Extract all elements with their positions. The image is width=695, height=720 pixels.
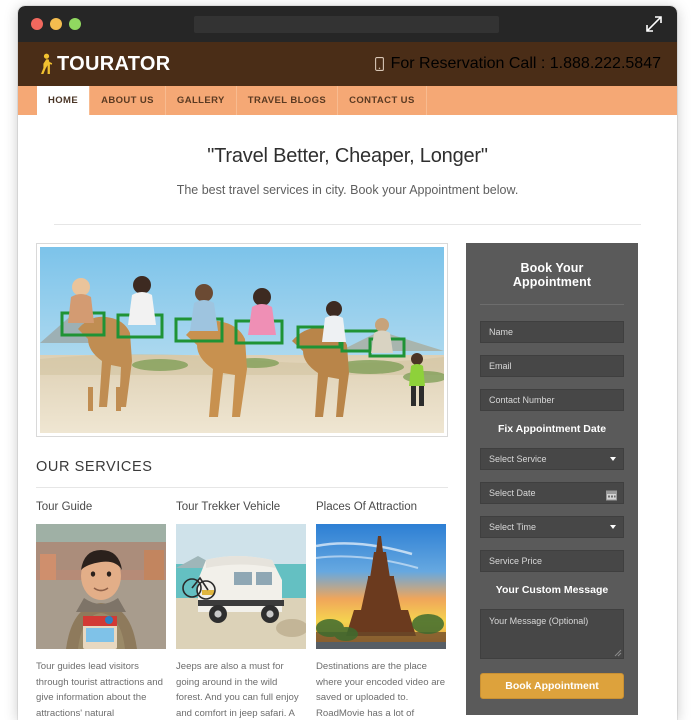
resize-handle-icon[interactable] — [614, 649, 622, 657]
brand-logo[interactable]: TOURATOR — [37, 53, 171, 76]
service-cards: Tour Guide Tour guides lead visitors thr… — [36, 501, 448, 720]
main-navigation: HOME ABOUT US GALLERY TRAVEL BLOGS CONTA… — [18, 86, 677, 115]
service-title: Tour Trekker Vehicle — [176, 501, 281, 513]
reservation-phone: For Reservation Call : 1.888.222.5847 — [374, 55, 661, 73]
browser-window: TOURATOR For Reservation Call : 1.888.22… — [18, 6, 677, 720]
minimize-window-button[interactable] — [50, 18, 62, 30]
custom-message-label: Your Custom Message — [495, 584, 609, 596]
book-appointment-button[interactable]: Book Appointment — [480, 673, 624, 699]
right-column: Book Your Appointment Name Email Contact… — [466, 243, 638, 720]
brand-name: TOURATOR — [57, 52, 171, 75]
hero-photo-frame — [36, 243, 448, 437]
service-title: Places Of Attraction — [316, 501, 417, 513]
hero-section: "Travel Better, Cheaper, Longer" The bes… — [36, 115, 659, 197]
name-input[interactable]: Name — [480, 321, 624, 343]
nav-item-contact-us[interactable]: CONTACT US — [338, 86, 427, 115]
services-heading: OUR SERVICES — [36, 459, 153, 475]
service-card: Tour Trekker Vehicle Jeeps are also a mu… — [176, 501, 306, 720]
service-description: Destinations are the place where your en… — [316, 661, 446, 719]
expand-arrows-icon[interactable] — [645, 15, 663, 33]
select-time-dropdown[interactable]: Select Time — [480, 516, 624, 538]
fix-appointment-date-label: Fix Appointment Date — [497, 423, 607, 435]
tour-guide-photo — [36, 524, 166, 649]
nav-item-gallery[interactable]: GALLERY — [166, 86, 237, 115]
camel-caravan-photo — [40, 247, 444, 433]
select-service-value: Select Service — [489, 454, 547, 464]
trekker-vehicle-photo — [176, 524, 306, 649]
site-header: TOURATOR For Reservation Call : 1.888.22… — [18, 42, 677, 86]
select-time-value: Select Time — [489, 522, 537, 532]
reservation-text: For Reservation Call : 1.888.222.5847 — [390, 55, 661, 72]
message-textarea[interactable]: Your Message (Optional) — [480, 609, 624, 659]
divider — [36, 487, 448, 488]
contact-number-input[interactable]: Contact Number — [480, 389, 624, 411]
service-card: Places Of Attraction Destinations are th… — [316, 501, 446, 720]
nav-item-home[interactable]: HOME — [37, 86, 91, 115]
service-card: Tour Guide Tour guides lead visitors thr… — [36, 501, 166, 720]
booking-form-title: Book Your Appointment — [512, 261, 592, 289]
message-placeholder: Your Message (Optional) — [489, 616, 589, 626]
content-columns: OUR SERVICES Tour Guide Tour guides lead… — [36, 225, 659, 720]
browser-titlebar — [18, 6, 677, 42]
select-date-input[interactable]: Select Date — [480, 482, 624, 504]
service-description: Tour guides lead visitors through touris… — [36, 661, 163, 719]
divider — [480, 304, 624, 305]
service-price-input[interactable]: Service Price — [480, 550, 624, 572]
contact-placeholder: Contact Number — [489, 395, 555, 405]
left-column: OUR SERVICES Tour Guide Tour guides lead… — [36, 243, 448, 720]
hero-subtitle: The best travel services in city. Book y… — [176, 183, 519, 197]
service-description: Jeeps are also a must for going around i… — [176, 661, 299, 719]
eiffel-tower-photo — [316, 524, 446, 649]
select-date-value: Select Date — [489, 488, 536, 498]
mobile-phone-icon — [374, 57, 384, 71]
booking-form: Book Your Appointment Name Email Contact… — [466, 243, 638, 715]
walking-person-icon — [37, 53, 54, 75]
window-controls — [31, 18, 81, 30]
calendar-icon[interactable] — [606, 488, 617, 501]
chevron-down-icon — [610, 525, 616, 529]
service-title: Tour Guide — [36, 501, 93, 513]
service-price-placeholder: Service Price — [489, 556, 543, 566]
page-content: "Travel Better, Cheaper, Longer" The bes… — [18, 115, 677, 720]
name-placeholder: Name — [489, 327, 514, 337]
nav-item-travel-blogs[interactable]: TRAVEL BLOGS — [237, 86, 339, 115]
close-window-button[interactable] — [31, 18, 43, 30]
nav-item-about-us[interactable]: ABOUT US — [90, 86, 166, 115]
email-input[interactable]: Email — [480, 355, 624, 377]
select-service-dropdown[interactable]: Select Service — [480, 448, 624, 470]
page-title: "Travel Better, Cheaper, Longer" — [207, 145, 488, 167]
maximize-window-button[interactable] — [69, 18, 81, 30]
url-input[interactable] — [194, 16, 499, 33]
email-placeholder: Email — [489, 361, 512, 371]
chevron-down-icon — [610, 457, 616, 461]
